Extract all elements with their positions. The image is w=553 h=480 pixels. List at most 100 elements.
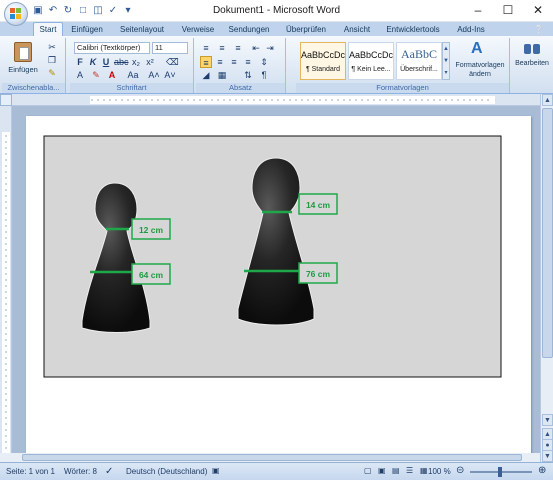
word-count[interactable]: Wörter: 8 [64,467,97,476]
status-bar: Seite: 1 von 1 Wörter: 8 ✓ Deutsch (Deut… [0,462,553,480]
tab-ueberpruefen[interactable]: Überprüfen [280,23,332,36]
maximize-icon[interactable]: ☐ [493,0,523,21]
inserted-image[interactable]: 12 cm 64 cm 14 cm 76 cm [26,116,531,462]
vertical-ruler[interactable] [0,106,12,462]
line-spacing-icon[interactable]: ⇕ [258,56,270,68]
zoom-level[interactable]: 100 % [428,467,451,476]
borders-icon[interactable]: ▦ [216,69,228,81]
decrease-indent-icon[interactable]: ⇤ [250,42,262,54]
view-web-icon[interactable]: ▤ [392,466,400,475]
change-styles-button[interactable]: A Formatvorlagen ändern [452,40,508,82]
paste-label: Einfügen [8,65,38,74]
clear-format-icon[interactable]: ⌫ [166,56,179,68]
align-left-icon[interactable]: ≡ [200,56,212,68]
tab-verweise[interactable]: Verweise [178,23,218,36]
binoculars-icon [524,42,540,56]
style-preview: AaBbC [401,47,437,61]
ruler-toggle-button[interactable] [0,94,12,106]
copy-icon[interactable]: ❐ [46,54,58,66]
small-base-label: 64 cm [139,270,164,280]
increase-indent-icon[interactable]: ⇥ [264,42,276,54]
tab-add-ins[interactable]: Add-Ins [452,23,490,36]
ruler-ticks [5,135,7,461]
italic-button[interactable]: K [87,56,99,68]
language-indicator[interactable]: Deutsch (Deutschland) [126,467,207,476]
tab-start[interactable]: Start [33,22,63,37]
clipboard-group-label: Zwischenabla... [2,83,65,93]
style-standard[interactable]: AaBbCcDc ¶ Standard [300,42,346,80]
ruler-ticks [91,99,489,101]
style-heading[interactable]: AaBbC Überschrif... [396,42,442,80]
cut-icon[interactable]: ✂ [46,41,58,53]
horizontal-ruler[interactable] [12,94,540,106]
justify-icon[interactable]: ≡ [242,56,254,68]
bold-button[interactable]: F [74,56,86,68]
editing-button[interactable]: Bearbeiten [514,40,550,80]
document-page[interactable]: 12 cm 64 cm 14 cm 76 cm [26,116,531,462]
minimize-icon[interactable]: – [463,0,493,21]
editing-label: Bearbeiten [515,60,549,67]
scroll-thumb[interactable] [542,108,553,358]
tab-ansicht[interactable]: Ansicht [338,23,376,36]
sort-icon[interactable]: ⇅ [242,69,254,81]
scroll-up-icon[interactable]: ▲ [542,94,553,106]
zoom-in-icon[interactable]: ⊕ [538,465,546,476]
underline-button[interactable]: U [100,56,112,68]
highlight-icon[interactable]: ✎ [90,69,102,81]
format-painter-icon[interactable]: ✎ [46,67,58,79]
scroll-down-icon[interactable]: ▼ [542,414,553,426]
style-no-spacing[interactable]: AaBbCcDc ¶ Kein Lee... [348,42,394,80]
office-button[interactable] [4,2,28,26]
large-neck-label: 14 cm [306,200,331,210]
change-case-icon[interactable]: Aa [124,69,142,81]
strikethrough-button[interactable]: abc [114,56,129,68]
proofing-icon[interactable]: ✓ [105,466,113,477]
font-size-select[interactable]: 11 [152,42,188,54]
style-gallery-scroll[interactable]: ▲ ▼ ▾ [442,42,450,80]
show-marks-icon[interactable]: ¶ [258,69,270,81]
font-group-label: Schriftart [70,83,193,93]
grow-font-icon[interactable]: A˄ [148,69,160,81]
view-outline-icon[interactable]: ☰ [406,466,413,475]
superscript-button[interactable]: x² [144,56,156,68]
next-page-icon[interactable]: ▼ [542,450,553,462]
horizontal-scrollbar[interactable] [0,453,540,462]
zoom-out-icon[interactable]: ⊝ [456,465,464,476]
view-print-layout-icon[interactable]: ▢ [364,466,372,475]
close-icon[interactable]: ✕ [523,0,553,21]
zoom-slider-thumb[interactable] [498,467,502,477]
view-draft-icon[interactable]: ▦ [420,466,428,475]
styles-group-label: Formatvorlagen [296,83,509,93]
tab-seitenlayout[interactable]: Seitenlayout [113,23,171,36]
tab-sendungen[interactable]: Sendungen [224,23,274,36]
macro-record-icon[interactable]: ▣ [212,466,220,475]
vertical-scrollbar[interactable]: ▲ ▼ ▲ ● ▼ [540,94,553,462]
large-base-label: 76 cm [306,269,331,279]
ribbon: Einfügen ✂ ❐ ✎ Zwischenabla... Calibri (… [0,36,553,94]
text-effects-icon[interactable]: A [74,69,86,81]
multilevel-list-icon[interactable]: ≡ [232,42,244,54]
help-icon[interactable]: ❔ [532,23,546,36]
style-name: ¶ Standard [305,66,341,73]
h-scroll-thumb[interactable] [22,454,522,461]
tab-einfuegen[interactable]: Einfügen [68,23,106,36]
change-styles-icon: A [471,40,483,57]
bullets-icon[interactable]: ≡ [200,42,212,54]
numbering-icon[interactable]: ≡ [216,42,228,54]
font-name-select[interactable]: Calibri (Textkörper) [74,42,150,54]
window-controls: – ☐ ✕ [463,0,553,21]
shading-icon[interactable]: ◢ [200,69,212,81]
subscript-button[interactable]: x₂ [130,56,142,68]
tab-entwicklertools[interactable]: Entwicklertools [382,23,444,36]
shrink-font-icon[interactable]: A˅ [164,69,176,81]
font-group: Calibri (Textkörper) 11 F K U abc x₂ x² … [70,38,194,93]
styles-group: AaBbCcDc ¶ Standard AaBbCcDc ¶ Kein Lee.… [296,38,510,93]
zoom-slider[interactable] [470,467,532,477]
paste-button[interactable]: Einfügen [6,40,40,80]
font-color-icon[interactable]: A [106,69,118,81]
view-full-screen-icon[interactable]: ▣ [378,466,386,475]
document-area: 12 cm 64 cm 14 cm 76 cm [12,106,540,462]
align-center-icon[interactable]: ≡ [214,56,226,68]
align-right-icon[interactable]: ≡ [228,56,240,68]
page-count[interactable]: Seite: 1 von 1 [6,467,55,476]
